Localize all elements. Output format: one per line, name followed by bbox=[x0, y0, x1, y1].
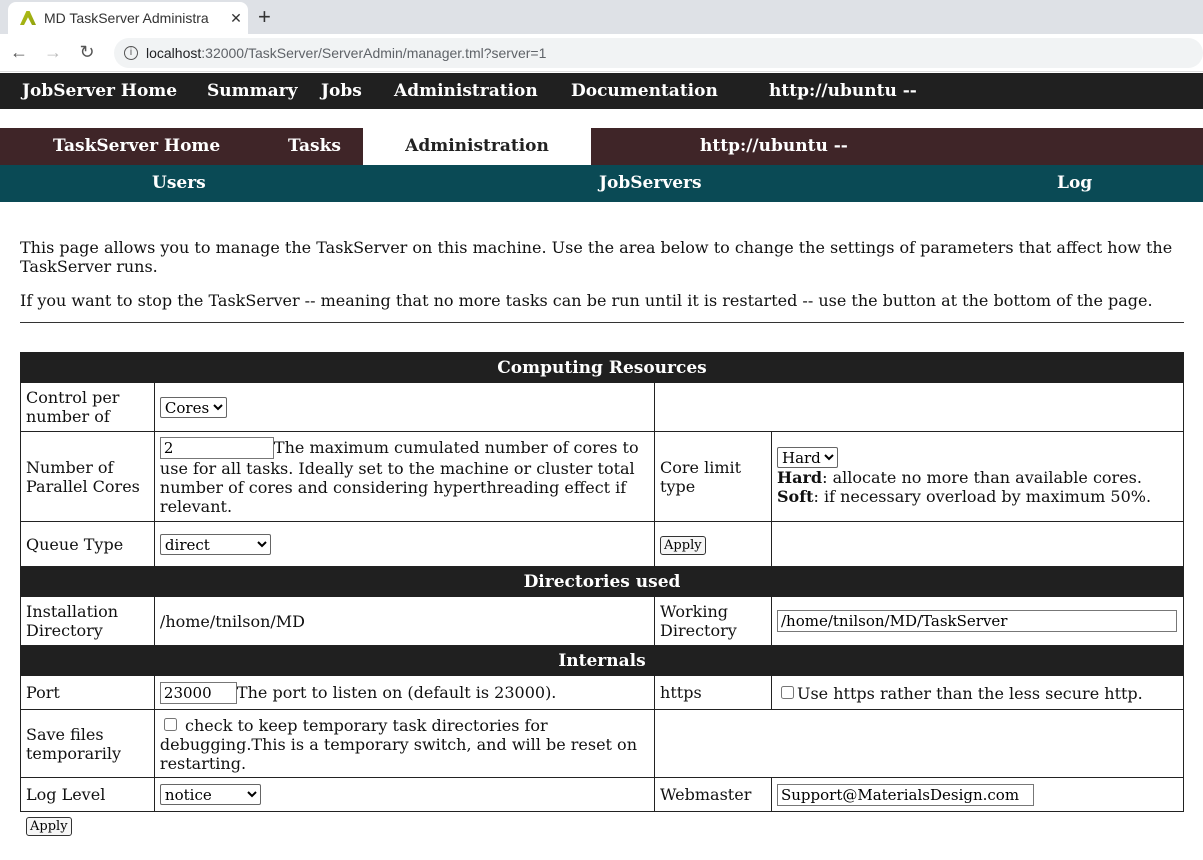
nav-summary[interactable]: Summary bbox=[207, 81, 297, 101]
taskserver-nav: TaskServer Home Tasks Administration htt… bbox=[0, 128, 1203, 165]
divider bbox=[20, 322, 1184, 323]
hard-desc: : allocate no more than available cores. bbox=[822, 468, 1142, 487]
nav-jobservers[interactable]: JobServers bbox=[599, 173, 702, 193]
nav-documentation[interactable]: Documentation bbox=[571, 81, 718, 101]
field-label: Log Level bbox=[20, 777, 155, 812]
nav-taskserver-url[interactable]: http://ubuntu -- bbox=[700, 136, 848, 156]
field-label: Installation Directory bbox=[20, 596, 155, 646]
parallel-cores-input[interactable] bbox=[159, 437, 274, 459]
new-tab-icon[interactable]: + bbox=[258, 4, 271, 30]
field-label: Number of Parallel Cores bbox=[20, 431, 155, 522]
address-bar-row: ← → ↻ i localhost:32000/TaskServer/Serve… bbox=[0, 34, 1203, 72]
field-label: Port bbox=[20, 675, 155, 710]
jobserver-nav: JobServer Home Summary Jobs Administrati… bbox=[0, 73, 1203, 109]
browser-tab[interactable]: MD TaskServer Administra ✕ bbox=[8, 2, 248, 34]
field-label: Save files temporarily bbox=[20, 709, 155, 778]
apply-all-button[interactable]: Apply bbox=[26, 817, 72, 836]
port-input[interactable] bbox=[159, 681, 237, 704]
nav-jobs[interactable]: Jobs bbox=[321, 81, 362, 101]
nav-administration-active[interactable]: Administration bbox=[363, 128, 591, 165]
field-description: check to keep temporary task directories… bbox=[159, 715, 637, 773]
working-directory-input[interactable] bbox=[776, 610, 1177, 632]
url-host: localhost bbox=[146, 44, 202, 61]
app-logo-icon bbox=[20, 11, 36, 25]
url-field[interactable]: i localhost:32000/TaskServer/ServerAdmin… bbox=[114, 37, 1203, 68]
https-checkbox[interactable] bbox=[780, 685, 794, 699]
info-icon[interactable]: i bbox=[124, 45, 138, 60]
queue-type-select[interactable]: direct bbox=[159, 533, 271, 555]
back-icon[interactable]: ← bbox=[4, 42, 34, 63]
url-path: :32000/TaskServer/ServerAdmin/manager.tm… bbox=[201, 44, 547, 61]
nav-users[interactable]: Users bbox=[152, 173, 206, 193]
intro-text: This page allows you to manage the TaskS… bbox=[20, 238, 1190, 325]
core-limit-select[interactable]: Hard bbox=[776, 447, 838, 468]
hard-term: Hard bbox=[776, 468, 823, 487]
settings-table: Computing Resources Control per number o… bbox=[20, 352, 1185, 812]
webmaster-input[interactable] bbox=[776, 783, 1034, 806]
installation-directory-value: /home/tnilson/MD bbox=[153, 596, 656, 646]
field-label: Webmaster bbox=[654, 777, 772, 812]
forward-icon[interactable]: → bbox=[38, 42, 68, 63]
close-tab-icon[interactable]: ✕ bbox=[224, 10, 248, 27]
intro-paragraph: If you want to stop the TaskServer -- me… bbox=[20, 291, 1153, 310]
control-per-select[interactable]: Cores bbox=[159, 396, 227, 418]
nav-tasks[interactable]: Tasks bbox=[288, 136, 341, 156]
nav-jobserver-home[interactable]: JobServer Home bbox=[22, 81, 177, 101]
field-label: Working Directory bbox=[654, 596, 772, 646]
admin-subnav: Users JobServers Log bbox=[0, 165, 1203, 202]
reload-icon[interactable]: ↻ bbox=[72, 42, 102, 63]
field-description: Use https rather than the less secure ht… bbox=[796, 683, 1143, 703]
log-level-select[interactable]: notice bbox=[159, 784, 261, 805]
nav-server-url[interactable]: http://ubuntu -- bbox=[769, 81, 917, 101]
soft-desc: : if necessary overload by maximum 50%. bbox=[813, 487, 1152, 506]
field-label: Queue Type bbox=[20, 521, 155, 567]
soft-term: Soft bbox=[776, 487, 814, 506]
save-files-checkbox[interactable] bbox=[163, 717, 177, 731]
nav-taskserver-home[interactable]: TaskServer Home bbox=[53, 136, 220, 156]
field-label: https bbox=[654, 675, 772, 710]
browser-tab-strip: MD TaskServer Administra ✕ + bbox=[0, 0, 1203, 34]
field-label: Control per number of bbox=[20, 382, 155, 432]
section-header: Directories used bbox=[20, 566, 1184, 597]
tab-title: MD TaskServer Administra bbox=[44, 10, 209, 26]
field-label: Core limit type bbox=[654, 431, 772, 522]
apply-button[interactable]: Apply bbox=[660, 535, 706, 555]
field-description: The port to listen on (default is 23000)… bbox=[236, 682, 557, 702]
intro-paragraph: This page allows you to manage the TaskS… bbox=[20, 238, 1173, 276]
nav-administration[interactable]: Administration bbox=[394, 81, 538, 101]
section-header: Internals bbox=[20, 645, 1184, 676]
section-header: Computing Resources bbox=[20, 352, 1184, 383]
nav-log[interactable]: Log bbox=[1057, 173, 1092, 193]
